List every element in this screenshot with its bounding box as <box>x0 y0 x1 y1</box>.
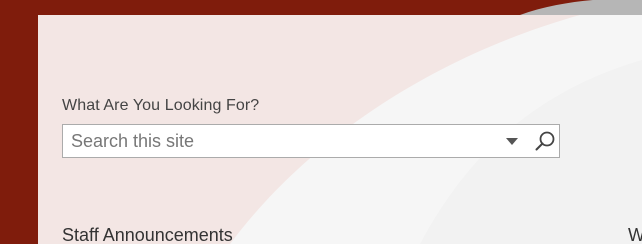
chevron-down-icon <box>506 138 518 145</box>
page-root: What Are You Looking For? Staff Announce… <box>0 0 642 244</box>
staff-announcements-heading: Staff Announcements <box>62 225 233 244</box>
background-art <box>0 0 642 244</box>
search-box <box>62 124 560 158</box>
search-label: What Are You Looking For? <box>62 97 260 114</box>
search-button[interactable] <box>529 125 559 157</box>
search-input[interactable] <box>63 125 493 157</box>
search-icon <box>535 131 555 151</box>
right-section-heading: W <box>628 225 642 244</box>
search-scope-dropdown[interactable] <box>499 125 527 157</box>
